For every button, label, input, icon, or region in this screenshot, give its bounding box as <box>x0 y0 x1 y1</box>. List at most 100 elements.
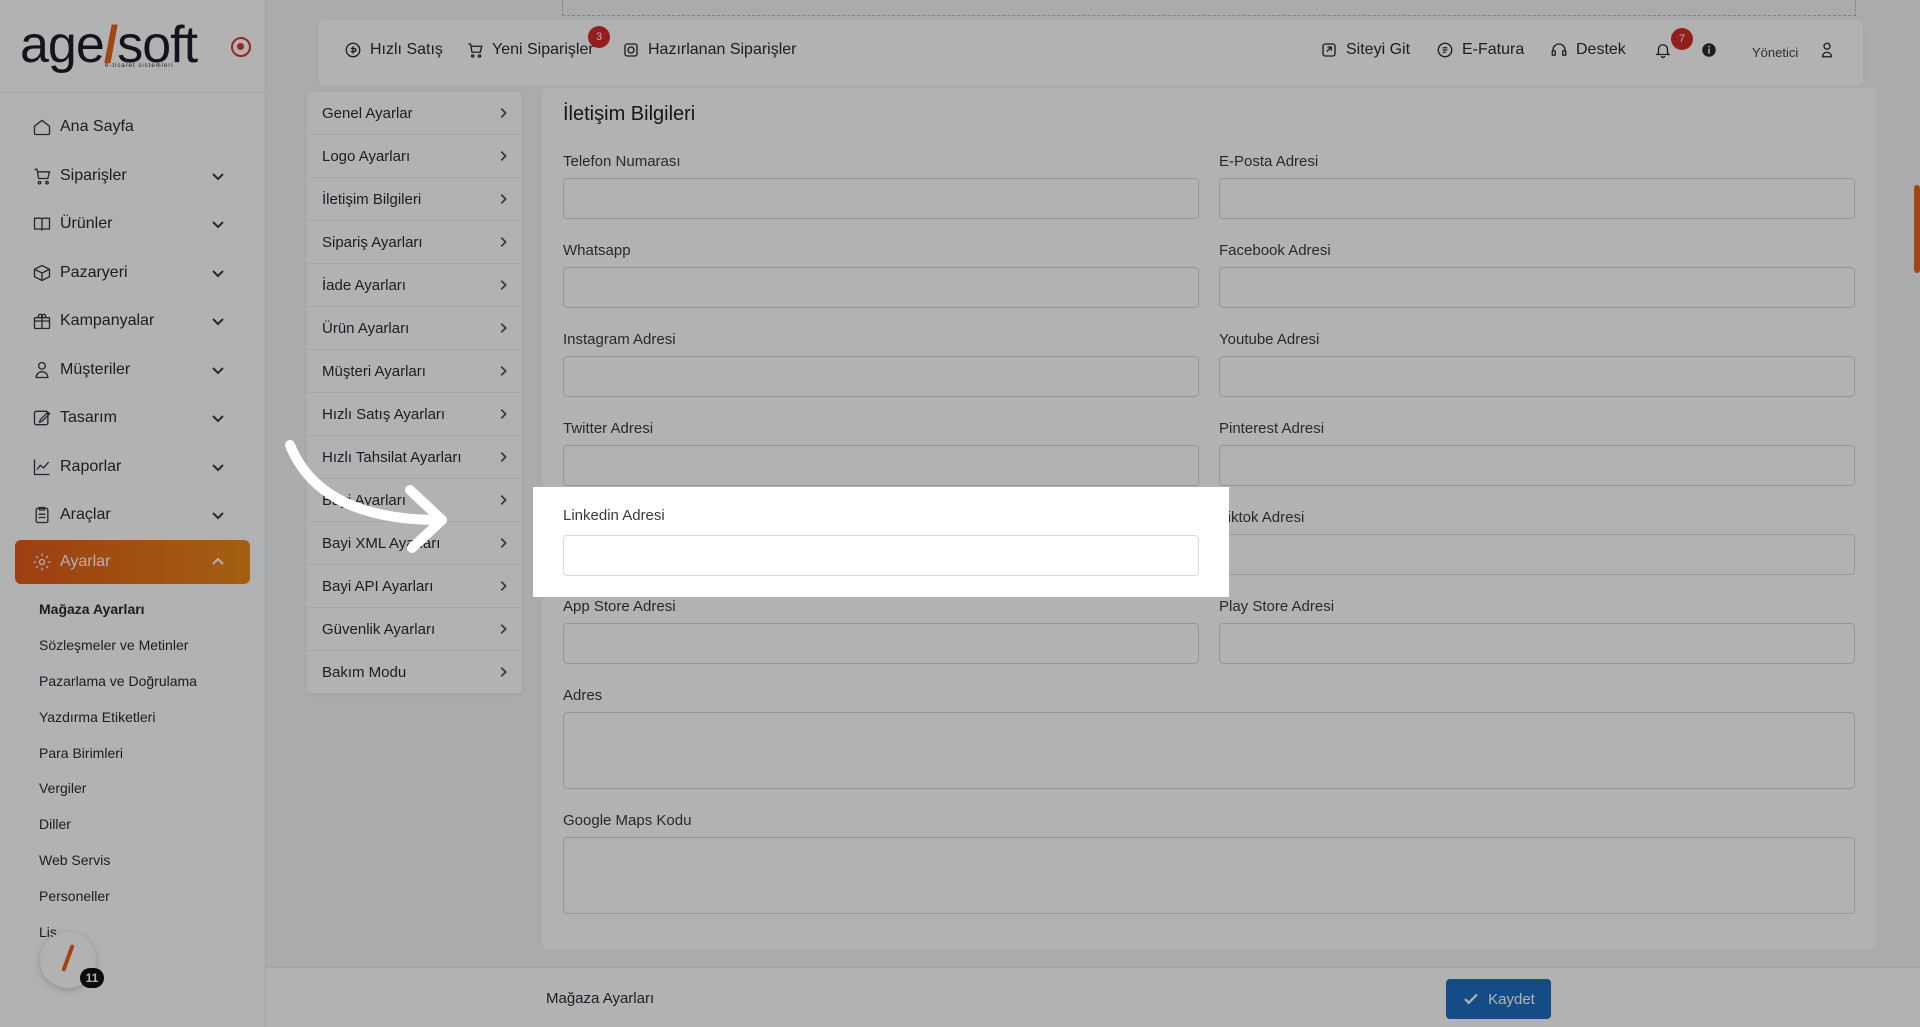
bell-icon <box>1655 44 1671 59</box>
sidebar-item-label: Tasarım <box>60 409 117 427</box>
email-field[interactable] <box>1219 178 1855 219</box>
appstore-field[interactable] <box>563 623 1199 664</box>
footer-title: Mağaza Ayarları <box>546 990 655 1007</box>
settings-menu-item[interactable]: Müşteri Ayarları <box>307 350 522 393</box>
subnav-item-vergiler[interactable]: Vergiler <box>0 770 265 806</box>
sidebar-item-ayarlar[interactable]: Ayarlar <box>15 539 250 584</box>
go-site-link[interactable]: Siteyi Git <box>1320 41 1410 59</box>
page-title: İletişim Bilgileri <box>563 103 696 125</box>
sidebar-item-label: Ürünler <box>60 215 113 233</box>
chevron-right-icon <box>500 323 507 333</box>
panel-top-dashed <box>562 0 1856 16</box>
settings-menu-item[interactable]: İade Ayarları <box>307 264 522 307</box>
sidebar-item-ana-sayfa[interactable]: Ana Sayfa <box>0 103 265 152</box>
subnav-item-magaza-ayarlari[interactable]: Mağaza Ayarları <box>0 592 265 628</box>
footer-bar: Mağaza Ayarları Kaydet <box>266 967 1920 1027</box>
info-button[interactable] <box>1700 41 1726 59</box>
sidebar-item-label: Müşteriler <box>60 360 131 378</box>
settings-menu-item[interactable]: Güvenlik Ayarları <box>307 608 522 651</box>
settings-menu-item[interactable]: Genel Ayarlar <box>307 92 522 135</box>
twitter-label: Twitter Adresi <box>563 420 654 437</box>
sidebar-toggle-icon[interactable] <box>231 37 251 57</box>
subnav-item-lisans[interactable]: Lis <box>0 914 265 950</box>
playstore-field[interactable] <box>1219 623 1855 664</box>
tiktok-field[interactable] <box>1219 534 1855 575</box>
settings-menu-item[interactable]: Sipariş Ayarları <box>307 221 522 264</box>
settings-subnav: Mağaza Ayarları Sözleşmeler ve Metinler … <box>0 592 265 950</box>
sidebar-item-siparisler[interactable]: Siparişler <box>0 152 265 201</box>
settings-menu-item[interactable]: Ürün Ayarları <box>307 307 522 350</box>
pinterest-field[interactable] <box>1219 445 1855 486</box>
chevron-up-icon <box>212 557 224 565</box>
user-avatar[interactable] <box>1818 41 1844 59</box>
chevron-right-icon <box>500 624 507 634</box>
subnav-item-diller[interactable]: Diller <box>0 806 265 842</box>
settings-menu-item[interactable]: Logo Ayarları <box>307 135 522 178</box>
sidebar-item-tasarim[interactable]: Tasarım <box>0 394 265 443</box>
settings-menu-item[interactable]: İletişim Bilgileri <box>307 178 522 221</box>
sidebar-item-urunler[interactable]: Ürünler <box>0 200 265 249</box>
twitter-field[interactable] <box>563 445 1199 486</box>
sidebar-item-raporlar[interactable]: Raporlar <box>0 443 265 492</box>
gift-icon <box>33 313 51 330</box>
chevron-down-icon <box>212 512 224 520</box>
save-button[interactable]: Kaydet <box>1446 979 1551 1019</box>
settings-menu-item[interactable]: Bakım Modu <box>307 651 522 694</box>
chevron-right-icon <box>500 409 507 419</box>
prepared-orders-link[interactable]: Hazırlanan Siparişler <box>622 41 797 59</box>
sidebar-item-araclar[interactable]: Araçlar <box>0 491 265 540</box>
sidebar-item-label: Pazaryeri <box>60 263 128 281</box>
sidebar-item-pazaryeri[interactable]: Pazaryeri <box>0 249 265 298</box>
youtube-label: Youtube Adresi <box>1219 331 1320 348</box>
chart-icon <box>33 459 50 475</box>
topbar: Hızlı Satış Yeni Siparişler 3 Hazırlanan… <box>318 20 1863 86</box>
quick-sale-link[interactable]: Hızlı Satış <box>344 41 443 59</box>
subnav-item-sozlesmeler[interactable]: Sözleşmeler ve Metinler <box>0 627 265 663</box>
clipboard-icon <box>35 507 49 524</box>
whatsapp-field[interactable] <box>563 267 1199 308</box>
sidebar-nav: Ana Sayfa Siparişler Ürünler Pazaryeri K… <box>0 103 265 584</box>
invoice-icon <box>1437 42 1453 58</box>
book-icon <box>33 217 51 232</box>
new-orders-link[interactable]: Yeni Siparişler <box>466 41 594 59</box>
youtube-field[interactable] <box>1219 356 1855 397</box>
appstore-label: App Store Adresi <box>563 598 676 615</box>
chevron-right-icon <box>500 667 507 677</box>
sidebar: age/soft e-ticaret sistemleri Ana Sayfa … <box>0 0 266 1027</box>
pointer-arrow-icon <box>285 440 447 553</box>
package-icon <box>624 43 638 57</box>
user-menu[interactable]: Yönetici <box>1752 45 1798 60</box>
help-fab-button[interactable]: 11 <box>40 932 104 988</box>
cart-icon <box>34 168 51 185</box>
einvoice-link[interactable]: E-Fatura <box>1436 41 1524 59</box>
instagram-field[interactable] <box>563 356 1199 397</box>
subnav-item-web-servis[interactable]: Web Servis <box>0 842 265 878</box>
sidebar-item-label: Ayarlar <box>60 552 111 570</box>
sidebar-item-musteriler[interactable]: Müşteriler <box>0 346 265 395</box>
phone-field[interactable] <box>563 178 1199 219</box>
chevron-down-icon <box>212 318 224 326</box>
chevron-down-icon <box>212 221 224 229</box>
logo-subtitle: e-ticaret sistemleri <box>105 63 174 69</box>
address-textarea[interactable] <box>563 712 1855 789</box>
maps-code-textarea[interactable] <box>563 837 1855 914</box>
sidebar-item-kampanyalar[interactable]: Kampanyalar <box>0 297 265 346</box>
facebook-label: Facebook Adresi <box>1219 242 1331 259</box>
subnav-item-personeller[interactable]: Personeller <box>0 878 265 914</box>
chevron-down-icon <box>212 269 224 277</box>
chevron-down-icon <box>212 415 224 423</box>
edit-icon <box>33 410 51 426</box>
info-icon <box>1702 43 1716 57</box>
linkedin-field[interactable] <box>563 535 1199 576</box>
check-icon <box>1464 993 1478 1005</box>
subnav-item-yazdirma[interactable]: Yazdırma Etiketleri <box>0 699 265 735</box>
subnav-item-pazarlama[interactable]: Pazarlama ve Doğrulama <box>0 663 265 699</box>
box-icon <box>33 264 51 281</box>
scrollbar-thumb[interactable] <box>1914 185 1920 273</box>
facebook-field[interactable] <box>1219 267 1855 308</box>
support-link[interactable]: Destek <box>1550 41 1626 59</box>
subnav-item-para-birimleri[interactable]: Para Birimleri <box>0 735 265 771</box>
linkedin-highlight: Linkedin Adresi <box>533 487 1229 597</box>
settings-menu: Genel Ayarlar Logo Ayarları İletişim Bil… <box>307 92 522 694</box>
settings-menu-item[interactable]: Bayi API Ayarları <box>307 565 522 608</box>
